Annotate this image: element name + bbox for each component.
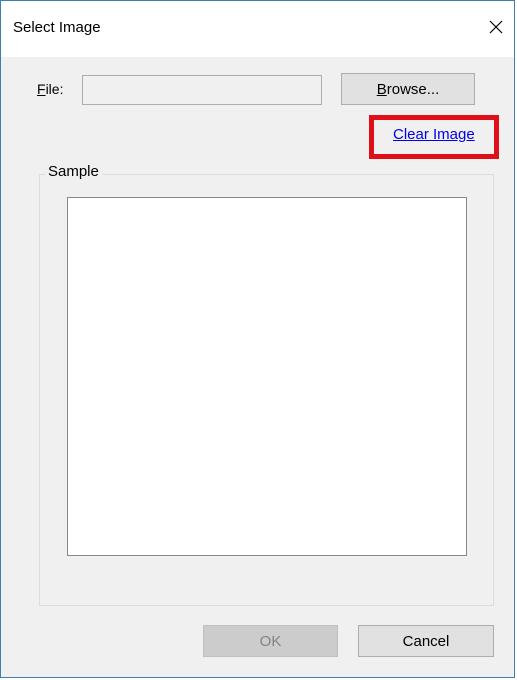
file-label: File: xyxy=(37,81,63,97)
close-icon xyxy=(489,20,503,34)
browse-label-text: rowse... xyxy=(386,80,440,98)
ok-button[interactable]: OK xyxy=(203,625,338,657)
file-label-accel: F xyxy=(37,81,46,97)
cancel-label: Cancel xyxy=(402,632,450,650)
dialog-title: Select Image xyxy=(13,19,101,36)
sample-legend: Sample xyxy=(45,163,102,180)
browse-button[interactable]: Browse... xyxy=(341,73,475,105)
cancel-button[interactable]: Cancel xyxy=(358,625,494,657)
title-bar: Select Image xyxy=(1,1,514,57)
file-path-input[interactable] xyxy=(82,75,322,105)
close-button[interactable] xyxy=(478,11,514,43)
clear-image-link[interactable]: Clear Image xyxy=(393,126,475,143)
browse-label-accel: B xyxy=(376,80,387,98)
file-label-text: ile: xyxy=(45,81,64,97)
sample-preview-area xyxy=(67,197,467,556)
ok-label: OK xyxy=(259,632,282,650)
select-image-dialog: Select Image File: Browse... Clear Image… xyxy=(0,0,515,678)
